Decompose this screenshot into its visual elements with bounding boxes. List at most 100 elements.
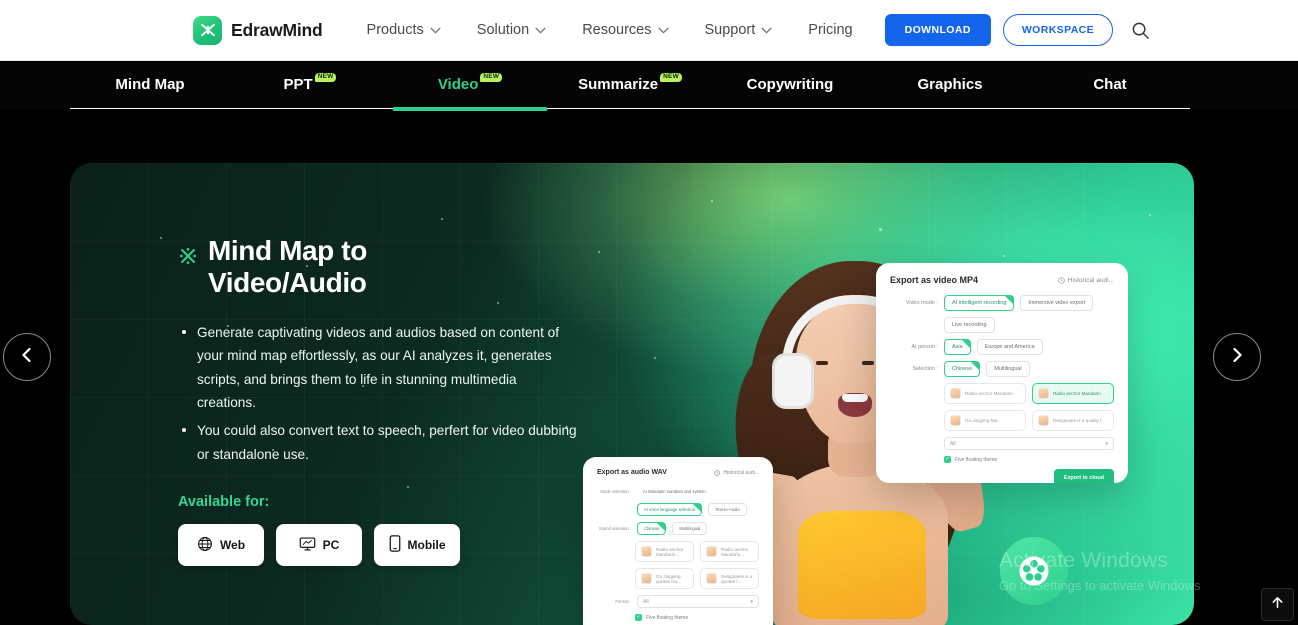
voice-card[interactable]: Radio anchor Mandarin... — [635, 541, 694, 562]
chip-multilingual[interactable]: Multilingual — [672, 522, 708, 535]
voice-card[interactable]: Designates is a quoted f... — [700, 568, 759, 589]
hero-title-line2: Video/Audio — [208, 266, 367, 298]
hero-bullet: Generate captivating videos and audios b… — [178, 321, 578, 415]
tab-graphics[interactable]: Graphics — [870, 61, 1030, 109]
tab-mind-map[interactable]: Mind Map — [70, 61, 230, 109]
nav-item-solution[interactable]: Solution — [459, 22, 564, 38]
history-icon — [1057, 276, 1065, 284]
history-link[interactable]: Historical audi... — [714, 470, 759, 476]
voice-label: Designates is a quality f... — [1053, 418, 1106, 423]
tab-label-graphics: Graphics — [917, 76, 983, 93]
export-video-panel: Export as video MP4 Historical audi... V… — [876, 263, 1128, 483]
chevron-down-icon: ▾ — [1105, 440, 1108, 447]
edrawmind-logo-icon — [193, 15, 222, 45]
nav-label-support: Support — [704, 22, 756, 38]
avatar — [1038, 415, 1049, 426]
panel-row-checkbox: ✓ Five floating theme — [597, 614, 759, 621]
panel-title: Export as video MP4 — [890, 275, 979, 285]
voice-card-row-2: Gu Jingping quotes ma... Designates is a… — [597, 568, 759, 589]
workspace-button[interactable]: WORKSPACE — [1002, 14, 1114, 46]
chip-europe-america[interactable]: Europe and America — [976, 339, 1043, 355]
nav-item-pricing[interactable]: Pricing — [790, 22, 870, 38]
brand-name: EdrawMind — [231, 19, 323, 40]
chip-multilingual[interactable]: Multilingual — [986, 361, 1030, 377]
nav-label-resources: Resources — [582, 22, 652, 38]
nav-item-support[interactable]: Support — [687, 22, 791, 38]
chip-asia[interactable]: Asia — [944, 339, 971, 355]
new-badge: NEW — [480, 72, 503, 83]
search-icon[interactable] — [1127, 17, 1153, 43]
platform-button-mobile[interactable]: Mobile — [374, 524, 460, 567]
chip-live-recording[interactable]: Live recording — [944, 317, 995, 333]
new-badge: NEW — [660, 72, 682, 83]
chip-ai-mandarin[interactable]: AI Mandarin numbers and system — [637, 486, 712, 497]
hero-title-line1: Mind Map to — [208, 235, 367, 266]
carousel-next-button[interactable] — [1213, 333, 1261, 381]
row-label: Selection : — [912, 366, 938, 372]
chevron-right-icon — [1229, 347, 1245, 368]
tab-label-chat: Chat — [1093, 76, 1127, 93]
chip-text-to-audio[interactable]: Text-to-Audio — [707, 503, 747, 516]
history-icon — [714, 469, 721, 476]
chevron-down-icon — [535, 22, 546, 38]
voice-card-row-1: Radio anchor Mandarin Radio anchor Manda… — [890, 383, 1114, 404]
row-label: Sound selection : — [598, 526, 631, 531]
voice-card[interactable]: Designates is a quality f... — [1032, 410, 1114, 431]
chip-ai-intelligent-recording[interactable]: AI intelligent recording — [944, 295, 1015, 311]
tab-summarize[interactable]: Summarize NEW — [550, 61, 710, 109]
panel-header: Export as video MP4 Historical audi... — [890, 275, 1114, 285]
panel-row-sound: Sound selection : Chinese Multilingual — [597, 522, 759, 535]
voice-card-row-1: Radio anchor Mandarin... Radio anchor Ma… — [597, 541, 759, 562]
tab-label-video: Video — [437, 76, 479, 93]
export-to-cloud-button[interactable]: Export to cloud — [1053, 469, 1114, 483]
panel-header: Export as audio WAV Historical audi... — [597, 469, 759, 476]
avatar — [950, 415, 961, 426]
tab-ppt[interactable]: PPT NEW — [230, 61, 390, 109]
checkbox-label: Five floating theme — [955, 456, 998, 463]
brand-logo[interactable]: EdrawMind — [193, 15, 323, 45]
tab-label-copywriting: Copywriting — [746, 76, 834, 93]
sparkle-icon — [178, 241, 198, 273]
platform-button-pc[interactable]: PC — [276, 524, 362, 567]
tab-video[interactable]: Video NEW — [390, 61, 550, 111]
panel-row-selection: Selection : Chinese Multilingual — [890, 361, 1114, 377]
platform-button-web[interactable]: Web — [178, 524, 264, 567]
download-button[interactable]: DOWNLOAD — [884, 14, 991, 46]
hero-copy: Mind Map to Video/Audio Generate captiva… — [178, 235, 578, 567]
tab-copywriting[interactable]: Copywriting — [710, 61, 870, 109]
voice-card[interactable]: Gu Jingping quotes ma... — [635, 568, 694, 589]
chip-chinese[interactable]: Chinese — [637, 522, 667, 535]
monitor-icon — [299, 536, 316, 555]
floating-theme-checkbox[interactable]: ✓ Five floating theme — [944, 456, 997, 463]
format-select[interactable]: All ▾ — [637, 595, 759, 608]
carousel-prev-button[interactable] — [3, 333, 51, 381]
nav-item-resources[interactable]: Resources — [564, 22, 686, 38]
arrow-up-icon — [1270, 595, 1285, 615]
avatar — [641, 573, 652, 584]
tab-chat[interactable]: Chat — [1030, 61, 1190, 109]
panel-title: Export as audio WAV — [597, 469, 667, 476]
voice-card-row-2: Gu Jingping Ma... Designates is a qualit… — [890, 410, 1114, 431]
scroll-to-top-button[interactable] — [1261, 588, 1294, 621]
nav-item-products[interactable]: Products — [349, 22, 459, 38]
voice-card[interactable]: Radio anchor Mandarin — [944, 383, 1026, 404]
avatar — [641, 546, 652, 557]
chevron-left-icon — [19, 347, 35, 368]
panel-row-video-mode: Video mode : AI intelligent recording Im… — [890, 295, 1114, 311]
format-select[interactable]: All ▾ — [944, 437, 1114, 450]
chevron-down-icon: ▾ — [750, 598, 753, 605]
export-audio-panel: Export as audio WAV Historical audi... M… — [583, 457, 773, 625]
voice-card-selected[interactable]: Radio anchor Mandarin — [1032, 383, 1114, 404]
primary-nav-links: Products Solution Resources Support Pric… — [349, 22, 871, 38]
history-label: Historical audi... — [1067, 276, 1114, 284]
history-link[interactable]: Historical audi... — [1057, 276, 1114, 284]
floating-theme-checkbox[interactable]: ✓ Five floating theme — [635, 614, 688, 621]
select-value: All — [643, 598, 649, 605]
chip-immersive-video-export[interactable]: Immersive video export — [1020, 295, 1094, 311]
chip-ai-voice-language[interactable]: AI voice language selection — [637, 503, 702, 516]
chip-chinese[interactable]: Chinese — [944, 361, 981, 377]
phone-icon — [389, 535, 401, 555]
chevron-down-icon — [658, 22, 669, 38]
voice-card[interactable]: Radio anchor Mandarin... — [700, 541, 759, 562]
voice-card[interactable]: Gu Jingping Ma... — [944, 410, 1026, 431]
